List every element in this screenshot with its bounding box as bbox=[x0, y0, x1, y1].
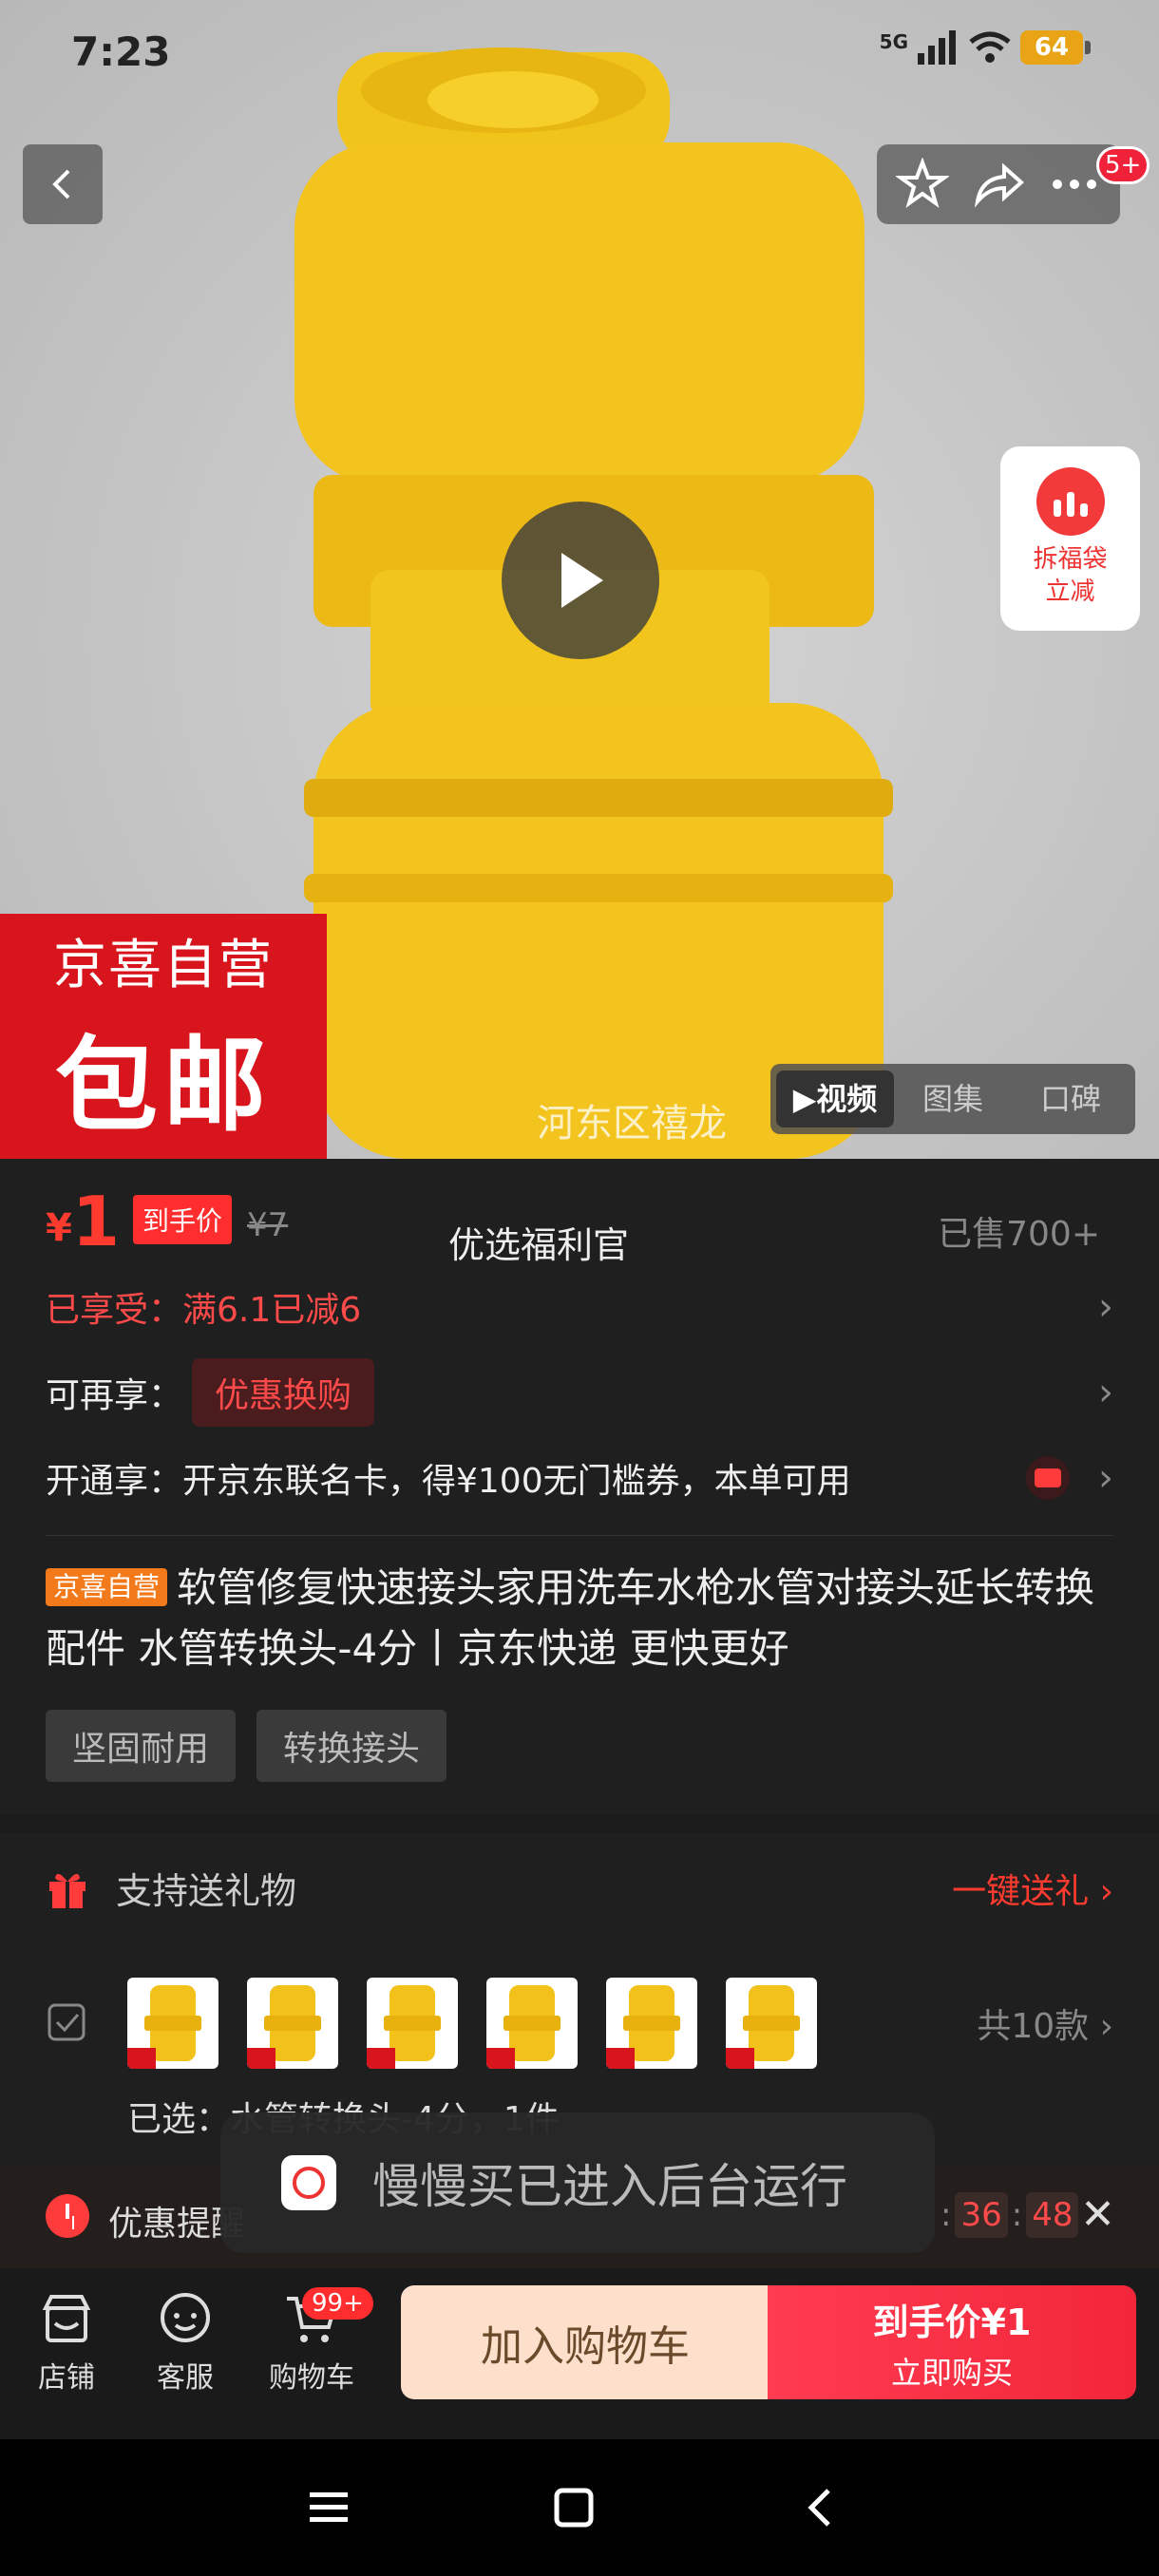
one-click-gift-link[interactable]: 一键送礼 › bbox=[952, 1864, 1113, 1913]
nav-service-label: 客服 bbox=[157, 2361, 214, 2395]
close-icon[interactable]: ✕ bbox=[1080, 2190, 1115, 2239]
media-tabs: ▶视频 图集 口碑 bbox=[770, 1064, 1135, 1134]
add-to-cart-button[interactable]: 加入购物车 bbox=[401, 2285, 770, 2399]
feature-chip[interactable]: 坚固耐用 bbox=[46, 1710, 237, 1782]
variant-thumbnails bbox=[127, 1978, 817, 2069]
tab-video[interactable]: ▶视频 bbox=[776, 1070, 894, 1127]
variant-thumbnail[interactable] bbox=[367, 1978, 458, 2069]
countdown-minutes: 36 bbox=[955, 2192, 1008, 2238]
clock-icon bbox=[46, 2194, 89, 2238]
promo-badge: 京喜自营 包邮 bbox=[0, 914, 327, 1159]
feature-chips: 坚固耐用 转换接头 bbox=[46, 1710, 447, 1782]
tab-gallery[interactable]: 图集 bbox=[894, 1070, 1012, 1127]
credit-card-icon bbox=[1026, 1456, 1070, 1500]
currency-symbol: ¥ bbox=[46, 1206, 72, 1250]
gift-row[interactable]: 支持送礼物 一键送礼 › bbox=[46, 1862, 1113, 1914]
menu-icon[interactable] bbox=[298, 2477, 359, 2538]
more-offers-row[interactable]: 可再享： 优惠换购 › bbox=[46, 1358, 1113, 1427]
share-button[interactable] bbox=[968, 154, 1029, 215]
tab-reviews[interactable]: 口碑 bbox=[1012, 1070, 1130, 1127]
signal-icon bbox=[918, 30, 956, 65]
home-icon[interactable] bbox=[543, 2477, 604, 2538]
price-row: ¥ 1 到手价 ¥7 bbox=[46, 1187, 288, 1256]
lucky-bag-line1: 拆福袋 bbox=[1033, 545, 1108, 574]
battery-indicator: 64 bbox=[1020, 30, 1091, 65]
product-hero[interactable]: 7:23 5G 64 5+ 拆福袋 立减 京喜自营 包邮 河东区禧龙 ▶视频 图… bbox=[0, 0, 1159, 1159]
header-actions bbox=[877, 144, 1120, 224]
more-icon bbox=[1053, 180, 1096, 189]
countdown-seconds: 48 bbox=[1026, 2192, 1079, 2238]
product-info-section: ¥ 1 到手价 ¥7 优选福利官 已售700+ 已享受：满6.1已减6 › 可再… bbox=[0, 1159, 1159, 1814]
store-icon bbox=[38, 2291, 95, 2348]
card-offer-row[interactable]: 开通享：开京东联名卡，得¥100无门槛券，本单可用 › bbox=[46, 1453, 1113, 1503]
variant-count: 共10款 › bbox=[977, 2007, 1113, 2046]
background-toast: 慢慢买已进入后台运行 bbox=[220, 2112, 935, 2253]
buy-now-price: 到手价¥1 bbox=[872, 2301, 1032, 2343]
system-back-icon[interactable] bbox=[790, 2477, 851, 2538]
toast-text: 慢慢买已进入后台运行 bbox=[372, 2159, 847, 2214]
gift-label: 支持送礼物 bbox=[116, 1870, 297, 1912]
wifi-icon bbox=[969, 31, 1011, 63]
buy-now-label: 立即购买 bbox=[890, 2354, 1013, 2391]
enjoyed-discount-text: 已享受：满6.1已减6 bbox=[46, 1291, 362, 1330]
welfare-label: 优选福利官 bbox=[448, 1224, 630, 1266]
promo-badge-line2: 包邮 bbox=[54, 1026, 272, 1146]
network-label: 5G bbox=[879, 30, 908, 53]
divider bbox=[46, 1535, 1113, 1536]
back-button[interactable] bbox=[23, 144, 103, 224]
notification-badge: 5+ bbox=[1096, 146, 1150, 184]
final-price: 1 bbox=[71, 1182, 120, 1261]
chevron-right-icon: › bbox=[1098, 1285, 1113, 1329]
star-icon bbox=[896, 158, 949, 208]
system-navigation-bar bbox=[0, 2439, 1159, 2576]
share-icon bbox=[974, 162, 1025, 208]
lucky-bag-icon bbox=[1036, 467, 1105, 536]
card-offer-text: 开通享：开京东联名卡，得¥100无门槛券，本单可用 bbox=[46, 1462, 851, 1501]
chat-icon bbox=[157, 2291, 214, 2348]
variant-count-text: 共10款 bbox=[977, 2007, 1090, 2046]
original-price: ¥7 bbox=[246, 1206, 289, 1244]
feature-chip[interactable]: 转换接头 bbox=[256, 1710, 447, 1782]
gift-icon bbox=[49, 1873, 86, 1908]
favorite-button[interactable] bbox=[892, 154, 953, 215]
variant-thumbnail[interactable] bbox=[726, 1978, 817, 2069]
final-price-tag: 到手价 bbox=[132, 1195, 232, 1244]
lucky-bag-label: 拆福袋 立减 bbox=[1033, 543, 1107, 608]
nav-service[interactable]: 客服 bbox=[128, 2291, 242, 2396]
status-time: 7:23 bbox=[71, 28, 171, 75]
product-title-text: 软管修复快速接头家用洗车水枪水管对接头延长转换配件 水管转换头-4分丨京东快递 … bbox=[46, 1564, 1095, 1672]
variant-thumbnail[interactable] bbox=[606, 1978, 697, 2069]
lucky-bag-line2: 立减 bbox=[1045, 578, 1095, 606]
nav-store[interactable]: 店铺 bbox=[10, 2291, 124, 2396]
chevron-right-icon: › bbox=[1098, 1456, 1113, 1500]
cart-count-badge: 99+ bbox=[302, 2287, 373, 2320]
countdown-timer: :36:48 bbox=[940, 2192, 1082, 2238]
variant-thumbnail[interactable] bbox=[247, 1978, 338, 2069]
play-video-button[interactable] bbox=[502, 502, 659, 659]
variant-row[interactable]: 共10款 › bbox=[46, 1978, 1113, 2069]
nav-cart-label: 购物车 bbox=[269, 2361, 354, 2395]
check-box-icon bbox=[48, 2003, 86, 2041]
status-icons: 5G 64 bbox=[879, 30, 1091, 65]
more-offers-label: 可再享： bbox=[46, 1376, 183, 1415]
buy-now-button[interactable]: 到手价¥1 立即购买 bbox=[768, 2285, 1136, 2399]
sold-count: 已售700+ bbox=[938, 1215, 1100, 1254]
enjoyed-discount-row[interactable]: 已享受：满6.1已减6 › bbox=[46, 1282, 1113, 1332]
image-watermark: 河东区禧龙 bbox=[537, 1102, 727, 1146]
play-icon bbox=[561, 553, 603, 608]
chevron-left-icon bbox=[52, 169, 70, 199]
lucky-bag-widget[interactable]: 拆福袋 立减 bbox=[1000, 446, 1140, 631]
self-operated-tag: 京喜自营 bbox=[46, 1568, 168, 1606]
variant-thumbnail[interactable] bbox=[486, 1978, 578, 2069]
exchange-offer-button[interactable]: 优惠换购 bbox=[192, 1358, 375, 1427]
variant-thumbnail[interactable] bbox=[127, 1978, 218, 2069]
chevron-right-icon: › bbox=[1098, 1371, 1113, 1414]
bottom-action-bar: 店铺 客服 购物车 99+ 加入购物车 到手价¥1 立即购买 bbox=[0, 2268, 1159, 2439]
promo-badge-line1: 京喜自营 bbox=[53, 934, 274, 996]
nav-store-label: 店铺 bbox=[38, 2361, 95, 2395]
product-title: 京喜自营 软管修复快速接头家用洗车水枪水管对接头延长转换配件 水管转换头-4分丨京… bbox=[46, 1558, 1113, 1679]
app-icon bbox=[281, 2155, 336, 2210]
